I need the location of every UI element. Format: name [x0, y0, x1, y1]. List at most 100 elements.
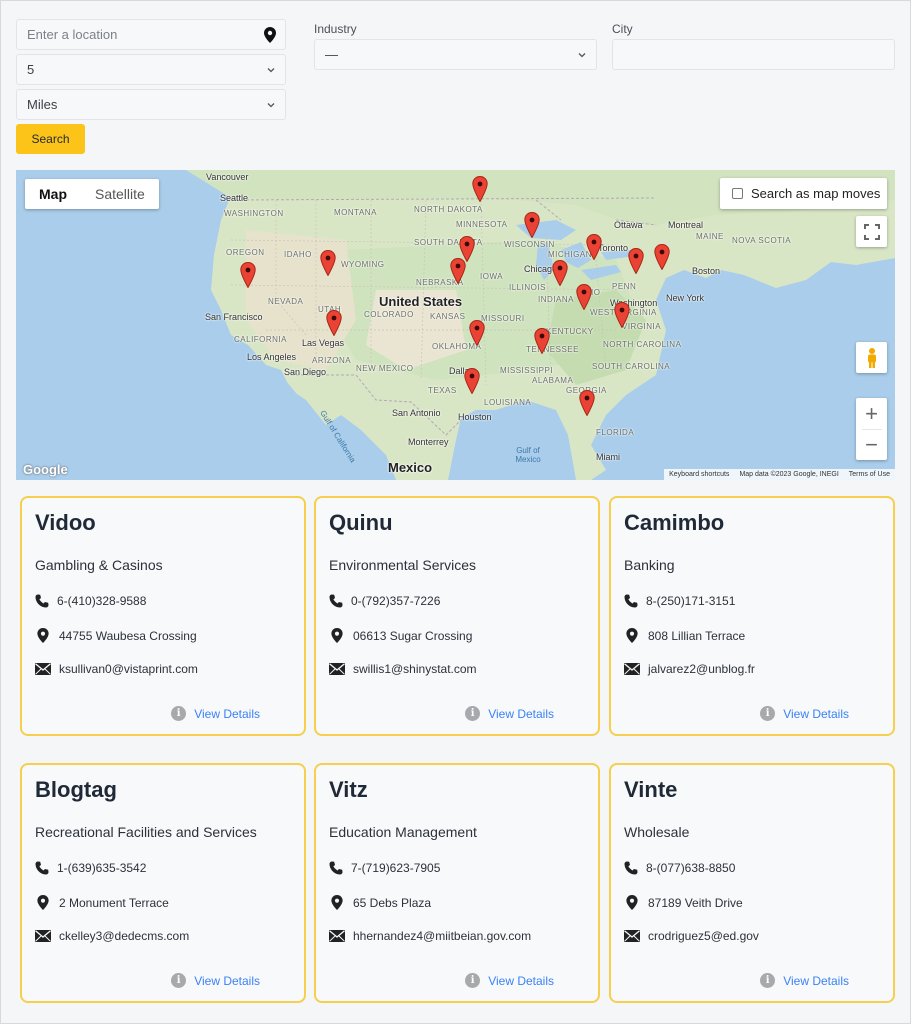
address-row: 808 Lillian Terrace	[624, 628, 745, 643]
map-marker-icon[interactable]	[524, 212, 540, 238]
map-marker-icon[interactable]	[469, 320, 485, 346]
map-label-new-mexico: NEW MEXICO	[356, 364, 414, 373]
map-label-colorado: COLORADO	[364, 310, 414, 319]
map-label-wisconsin: WISCONSIN	[504, 240, 555, 249]
terms-of-use-link[interactable]: Terms of Use	[849, 471, 890, 478]
view-details-link[interactable]: i View Details	[171, 973, 260, 988]
phone-icon	[35, 861, 49, 875]
business-phone: 1-(639)635-3542	[57, 861, 147, 875]
industry-select[interactable]: —	[314, 39, 597, 70]
envelope-icon	[329, 663, 345, 675]
google-logo: Google	[23, 462, 68, 477]
tab-satellite[interactable]: Satellite	[81, 179, 159, 209]
view-details-link[interactable]: i View Details	[760, 973, 849, 988]
view-details-label: View Details	[194, 973, 260, 988]
email-row: ksullivan0@vistaprint.com	[35, 662, 198, 676]
radius-value: 5	[27, 62, 35, 77]
view-details-link[interactable]: i View Details	[171, 706, 260, 721]
fullscreen-button[interactable]	[856, 216, 887, 247]
map-marker-icon[interactable]	[240, 262, 256, 288]
map-pin-icon[interactable]	[264, 26, 276, 43]
business-card: Camimbo Banking 8-(250)171-3151 808 Lill…	[609, 496, 895, 736]
business-name: Quinu	[329, 510, 393, 535]
business-name: Vinte	[624, 777, 678, 802]
view-details-link[interactable]: i View Details	[760, 706, 849, 721]
map-marker-icon[interactable]	[576, 284, 592, 310]
map-marker-icon[interactable]	[579, 390, 595, 416]
unit-select[interactable]: Miles	[16, 89, 286, 120]
map-marker-icon[interactable]	[552, 260, 568, 286]
business-card: Blogtag Recreational Facilities and Serv…	[20, 763, 306, 1003]
zoom-in-button[interactable]: +	[865, 398, 878, 429]
map-marker-icon[interactable]	[472, 176, 488, 202]
view-details-label: View Details	[783, 706, 849, 721]
map-marker-icon[interactable]	[628, 248, 644, 274]
envelope-icon	[35, 663, 51, 675]
location-input[interactable]: Enter a location	[16, 19, 286, 50]
phone-row: 0-(792)357-7226	[329, 594, 440, 608]
phone-icon	[329, 594, 343, 608]
map-marker-icon[interactable]	[586, 234, 602, 260]
search-button[interactable]: Search	[16, 124, 85, 154]
location-pin-icon	[37, 895, 49, 910]
map-marker-icon[interactable]	[654, 244, 670, 270]
map-marker-icon[interactable]	[326, 310, 342, 336]
map-marker-icon[interactable]	[464, 368, 480, 394]
map-label-toronto: Toronto	[598, 243, 629, 253]
tab-map[interactable]: Map	[25, 179, 81, 209]
envelope-icon	[624, 930, 640, 942]
map-marker-icon[interactable]	[614, 302, 630, 328]
map-label-nevada: NEVADA	[268, 297, 304, 306]
map-marker-icon[interactable]	[320, 250, 336, 276]
map-label-missouri: MISSOURI	[481, 314, 525, 323]
envelope-icon	[35, 930, 51, 942]
map-label-indiana: INDIANA	[538, 295, 574, 304]
map-label-san-antonio: San Antonio	[392, 408, 441, 418]
chevron-down-icon	[267, 67, 275, 72]
industry-label: Industry	[314, 22, 357, 36]
business-email: ksullivan0@vistaprint.com	[59, 662, 198, 676]
fullscreen-icon	[863, 223, 880, 240]
location-pin-icon	[626, 895, 638, 910]
info-icon: i	[760, 706, 776, 721]
map-label-mississippi: MISSISSIPPI	[500, 366, 554, 375]
view-details-label: View Details	[783, 973, 849, 988]
map-label-arizona: ARIZONA	[312, 356, 352, 365]
address-row: 44755 Waubesa Crossing	[35, 628, 197, 643]
email-row: swillis1@shinystat.com	[329, 662, 477, 676]
view-details-link[interactable]: i View Details	[465, 706, 554, 721]
email-row: hhernandez4@miitbeian.gov.com	[329, 929, 531, 943]
map-label-kansas: KANSAS	[430, 312, 466, 321]
business-industry: Environmental Services	[329, 557, 477, 573]
map-label-boston: Boston	[692, 266, 721, 276]
map-label-houston: Houston	[458, 412, 492, 422]
business-email: jalvarez2@unblog.fr	[648, 662, 755, 676]
city-input[interactable]	[612, 39, 895, 70]
map-label-maine: MAINE	[696, 232, 724, 241]
search-as-map-moves-control[interactable]: Search as map moves	[720, 178, 887, 209]
chevron-down-icon	[578, 52, 586, 57]
map-type-control: Map Satellite	[25, 179, 159, 209]
map-terrain	[186, 170, 895, 480]
street-view-button[interactable]	[856, 342, 887, 373]
map-view[interactable]: Vancouver Seattle WASHINGTON OREGON IDAH…	[16, 170, 895, 480]
map-marker-icon[interactable]	[534, 328, 550, 354]
zoom-out-button[interactable]: −	[865, 430, 878, 460]
search-as-map-moves-checkbox[interactable]	[732, 188, 743, 199]
view-details-link[interactable]: i View Details	[465, 973, 554, 988]
address-row: 06613 Sugar Crossing	[329, 628, 472, 643]
business-industry: Education Management	[329, 824, 477, 840]
address-row: 65 Debs Plaza	[329, 895, 431, 910]
map-marker-icon[interactable]	[450, 258, 466, 284]
phone-row: 6-(410)328-9588	[35, 594, 146, 608]
map-label-miami: Miami	[596, 452, 620, 462]
business-address: 06613 Sugar Crossing	[353, 628, 473, 643]
business-phone: 6-(410)328-9588	[57, 594, 147, 608]
business-phone: 0-(792)357-7226	[351, 594, 441, 608]
keyboard-shortcuts-link[interactable]: Keyboard shortcuts	[669, 471, 729, 478]
view-details-label: View Details	[488, 706, 554, 721]
radius-select[interactable]: 5	[16, 54, 286, 85]
phone-icon	[624, 861, 638, 875]
business-industry: Gambling & Casinos	[35, 557, 163, 573]
map-label-wyoming: WYOMING	[341, 260, 385, 269]
